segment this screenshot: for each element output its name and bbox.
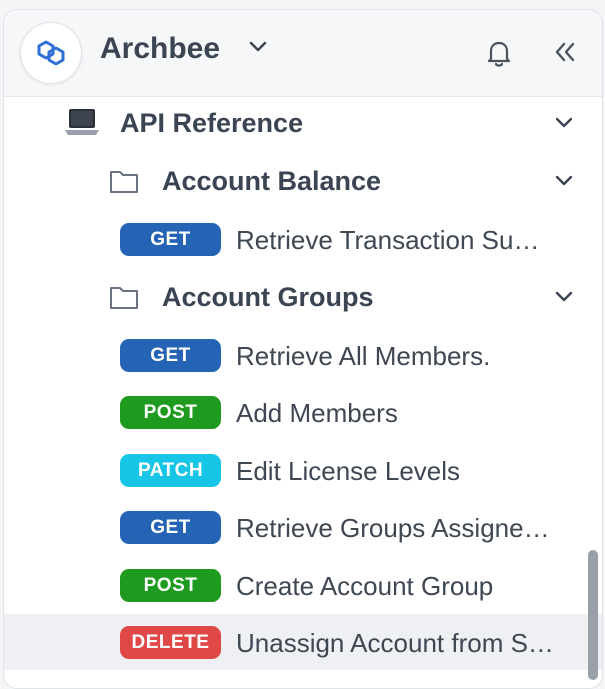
method-badge-get: GET <box>120 339 221 372</box>
endpoint-add-members[interactable]: POST Add Members <box>4 384 602 440</box>
endpoint-label: Retrieve All Members. <box>236 341 491 371</box>
tree-item-api-reference[interactable]: API Reference <box>4 96 602 152</box>
endpoint-label: Retrieve Groups Assigne… <box>236 513 550 543</box>
endpoint-label: Edit License Levels <box>236 456 461 486</box>
method-badge-post: POST <box>120 569 221 602</box>
folder-label: Account Balance <box>162 166 382 196</box>
method-badge-patch: PATCH <box>120 454 221 487</box>
folder-label: Account Groups <box>162 282 374 312</box>
endpoint-label: Retrieve Transaction Su… <box>236 225 540 255</box>
endpoint-label: Add Members <box>236 398 398 428</box>
endpoint-create-account-group[interactable]: POST Create Account Group <box>4 557 602 613</box>
method-badge-get: GET <box>120 511 221 544</box>
chevron-down-icon[interactable] <box>248 40 268 59</box>
method-badge-delete: DELETE <box>120 626 221 659</box>
endpoint-label: Create Account Group <box>236 571 494 601</box>
folder-account-groups[interactable]: Account Groups <box>4 270 602 326</box>
laptop-icon <box>64 106 100 143</box>
folder-account-balance[interactable]: Account Balance <box>4 154 602 210</box>
endpoint-unassign-account[interactable]: DELETE Unassign Account from S… <box>4 614 602 670</box>
double-chevron-left-icon[interactable] <box>552 40 578 69</box>
endpoint-edit-license-levels[interactable]: PATCH Edit License Levels <box>4 442 602 498</box>
endpoint-retrieve-all-members[interactable]: GET Retrieve All Members. <box>4 327 602 383</box>
endpoint-retrieve-transaction-summary[interactable]: GET Retrieve Transaction Su… <box>4 211 602 267</box>
endpoint-retrieve-groups-assigned[interactable]: GET Retrieve Groups Assigne… <box>4 499 602 555</box>
archbee-logo-icon[interactable] <box>20 22 82 84</box>
folder-icon <box>108 283 140 316</box>
sidebar-panel: Archbee API Reference Account Balance GE… <box>3 9 603 689</box>
folder-icon <box>108 167 140 200</box>
chevron-down-icon[interactable] <box>554 174 574 193</box>
bell-icon[interactable] <box>482 36 516 75</box>
method-badge-post: POST <box>120 396 221 429</box>
workspace-name[interactable]: Archbee <box>100 32 220 66</box>
tree-item-label: API Reference <box>120 108 304 138</box>
endpoint-label: Unassign Account from S… <box>236 628 554 658</box>
chevron-down-icon[interactable] <box>554 290 574 309</box>
sidebar-header: Archbee <box>4 10 602 97</box>
chevron-down-icon[interactable] <box>554 116 574 135</box>
scrollbar-thumb[interactable] <box>588 550 598 680</box>
method-badge-get: GET <box>120 223 221 256</box>
